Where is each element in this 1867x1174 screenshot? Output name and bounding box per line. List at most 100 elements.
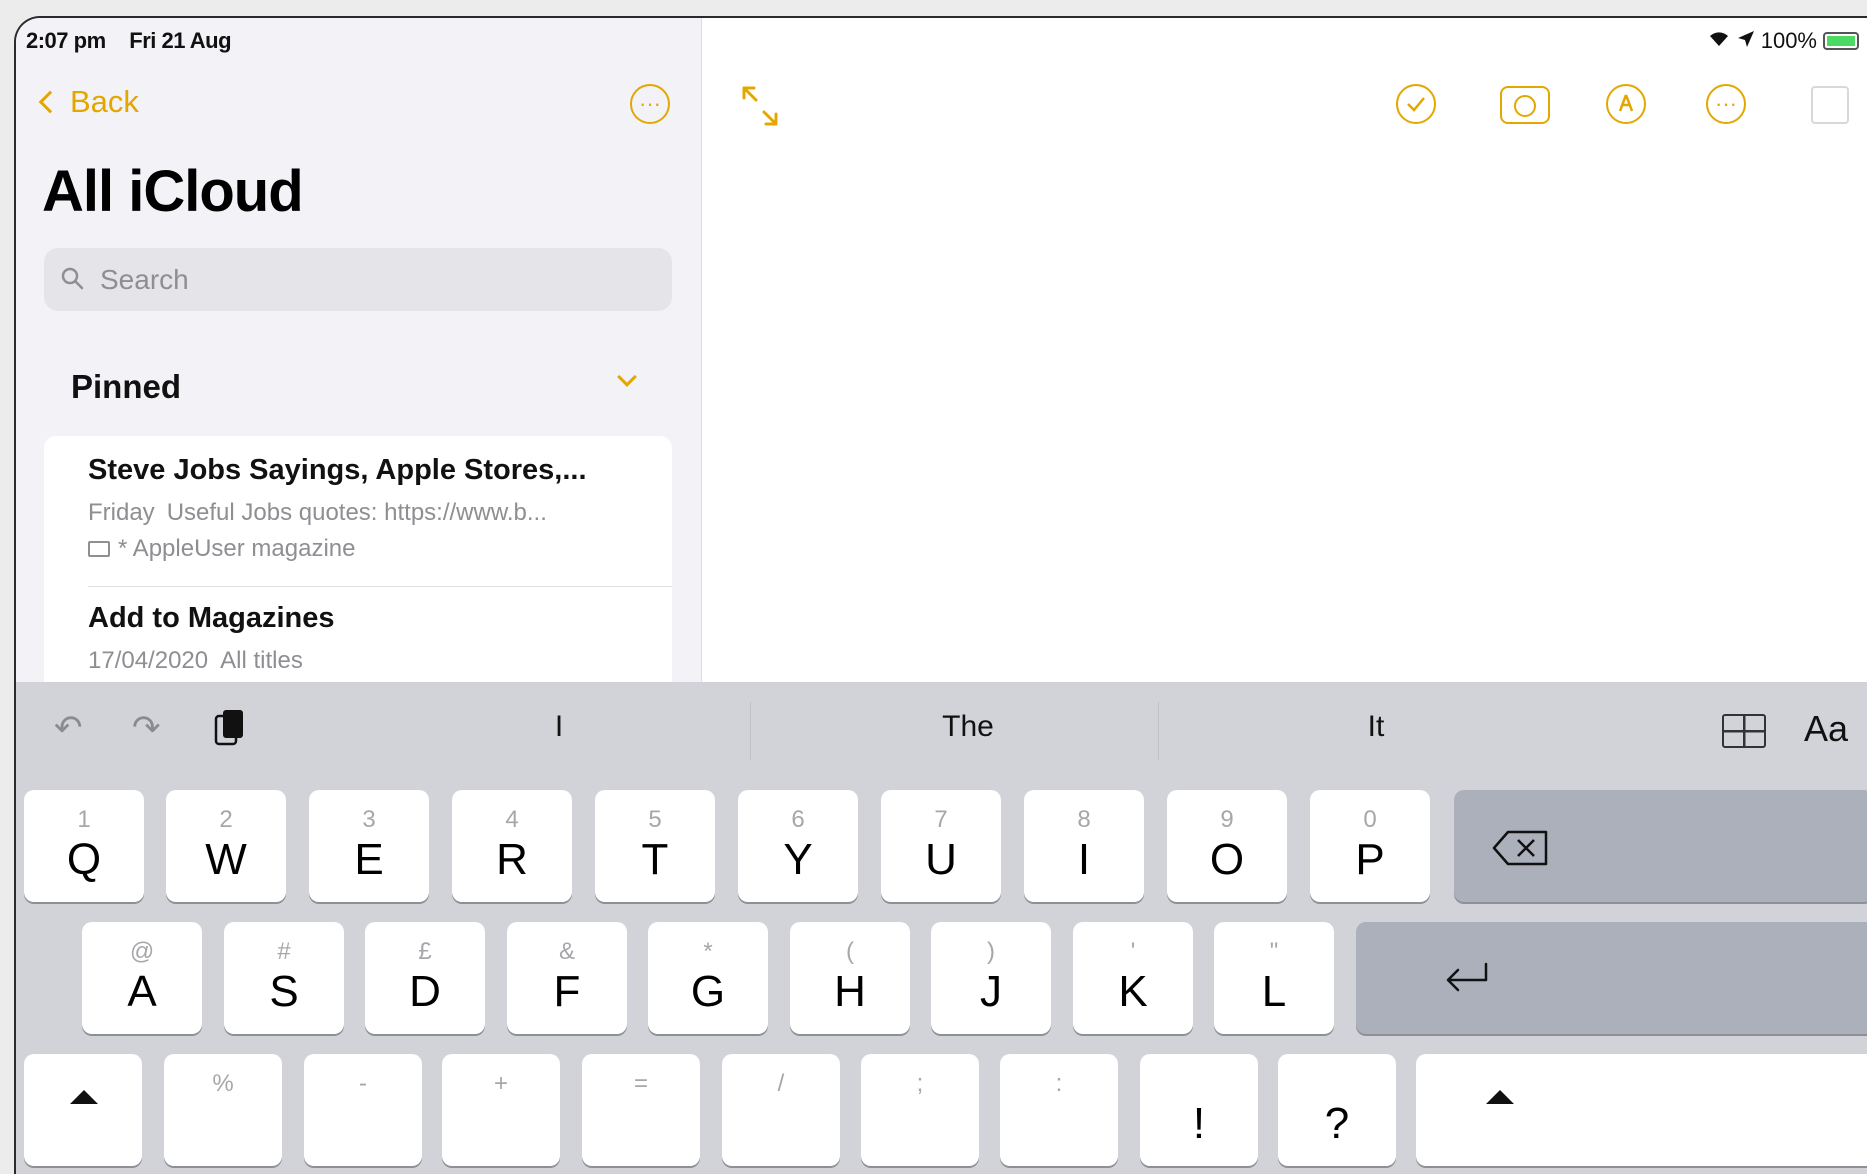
note-preview: Useful Jobs quotes: https://www.b... [166,499,547,526]
list-item[interactable]: Steve Jobs Sayings, Apple Stores,... Fri… [88,454,587,563]
return-key[interactable] [1356,922,1867,1034]
key-h[interactable]: (H [790,922,910,1034]
key-primary: W [205,835,247,884]
key-m[interactable]: : [1000,1054,1118,1166]
key-primary: K [1118,967,1148,1016]
key-secondary: = [633,1070,648,1097]
paste-icon[interactable] [212,708,246,757]
key-p[interactable]: 0P [1310,790,1430,902]
key-secondary: 3 [362,806,376,833]
undo-icon[interactable]: ↶ [54,708,83,748]
note-title: Steve Jobs Sayings, Apple Stores,... [88,454,587,486]
shift-key-right[interactable] [1416,1054,1867,1166]
key-secondary: / [777,1070,785,1097]
key-k[interactable]: ' K [1073,922,1193,1034]
page-title: All iCloud [42,159,304,224]
note-folder-name: * AppleUser magazine [118,535,356,562]
key-secondary: 7 [934,806,948,833]
key-g[interactable]: * G [648,922,768,1034]
key-t[interactable]: 5T [595,790,715,902]
more-icon[interactable]: ··· [1706,84,1746,124]
list-item[interactable]: Add to Magazines 17/04/2020 All titles [88,602,335,675]
divider [701,18,702,718]
format-button[interactable]: Aa [1804,708,1848,750]
key-x[interactable]: - [304,1054,422,1166]
key-o[interactable]: 9O [1167,790,1287,902]
key-secondary: 5 [648,806,662,833]
note-preview: All titles [220,647,303,674]
suggestion-3[interactable]: It [1316,710,1436,744]
key-w[interactable]: 2W [166,790,286,902]
key-b[interactable]: / [722,1054,840,1166]
key-l[interactable]: " L [1214,922,1334,1034]
chevron-down-icon[interactable] [617,367,637,387]
key-question[interactable]: ? [1278,1054,1396,1166]
key-primary: S [269,967,299,1016]
key-y[interactable]: 6Y [738,790,858,902]
key-j[interactable]: ) J [931,922,1051,1034]
compose-icon[interactable] [1811,86,1849,124]
key-s[interactable]: # S [224,922,344,1034]
key-primary: P [1355,835,1385,884]
key-primary: U [925,835,957,884]
key-c[interactable]: + [442,1054,560,1166]
return-icon [1446,962,1488,992]
note-date: Friday [88,499,155,526]
key-e[interactable]: 3E [309,790,429,902]
key-primary: I [1077,835,1091,884]
expand-icon[interactable] [738,84,782,128]
key-primary: A [127,967,157,1016]
divider [750,702,751,760]
key-secondary: £ [418,938,432,965]
key-secondary: ; [916,1070,924,1097]
key-u[interactable]: 7U [881,790,1001,902]
key-d[interactable]: £ D [365,922,485,1034]
status-time: 2:07 pm [26,28,106,53]
pinned-header[interactable]: Pinned [71,368,181,406]
shift-icon [1486,1090,1514,1104]
key-secondary: 8 [1077,806,1091,833]
status-bar-right: 100% [1707,28,1859,54]
status-bar-left: 2:07 pm Fri 21 Aug [26,28,249,54]
sidebar: 2:07 pm Fri 21 Aug Back ··· All iCloud S… [16,18,701,726]
sidebar-more-button[interactable]: ··· [630,84,670,124]
keyboard: ↶ ↷ I The It Aa 1Q 2W 3E 4R 5T 6Y 7U 8I … [16,682,1867,1174]
key-secondary [1140,1070,1258,1098]
key-i[interactable]: 8I [1024,790,1144,902]
suggestion-2[interactable]: The [908,710,1028,744]
key-primary: E [354,835,384,884]
back-label: Back [70,84,139,119]
key-z[interactable]: % [164,1054,282,1166]
key-secondary: 4 [505,806,519,833]
delete-icon [1492,830,1548,866]
device-screen: 2:07 pm Fri 21 Aug Back ··· All iCloud S… [14,16,1867,1174]
checkmark-icon [1407,97,1425,112]
key-secondary: : [1055,1070,1063,1097]
battery-percent: 100% [1760,28,1817,53]
checklist-button[interactable] [1396,84,1436,124]
back-button[interactable]: Back [38,84,139,120]
key-primary: ! [1192,1099,1206,1148]
search-field[interactable]: Search [44,248,672,311]
key-n[interactable]: ; [861,1054,979,1166]
shift-icon [70,1090,98,1104]
redo-icon[interactable]: ↷ [132,708,161,748]
key-secondary: + [493,1070,508,1097]
key-secondary: @ [129,938,155,965]
note-subtitle: Friday Useful Jobs quotes: https://www.b.… [88,499,587,527]
camera-icon[interactable] [1500,86,1550,124]
key-r[interactable]: 4R [452,790,572,902]
key-primary: Q [66,835,102,884]
shift-key-left[interactable] [24,1054,142,1166]
suggestion-1[interactable]: I [499,710,619,744]
ellipsis-icon: ··· [639,91,661,116]
table-icon[interactable] [1722,714,1766,748]
divider [1158,702,1159,760]
delete-key[interactable] [1454,790,1867,902]
key-a[interactable]: @ A [82,922,202,1034]
key-exclamation[interactable]: ! [1140,1054,1258,1166]
key-f[interactable]: & F [507,922,627,1034]
markup-icon[interactable] [1606,84,1646,124]
key-v[interactable]: = [582,1054,700,1166]
key-q[interactable]: 1Q [24,790,144,902]
